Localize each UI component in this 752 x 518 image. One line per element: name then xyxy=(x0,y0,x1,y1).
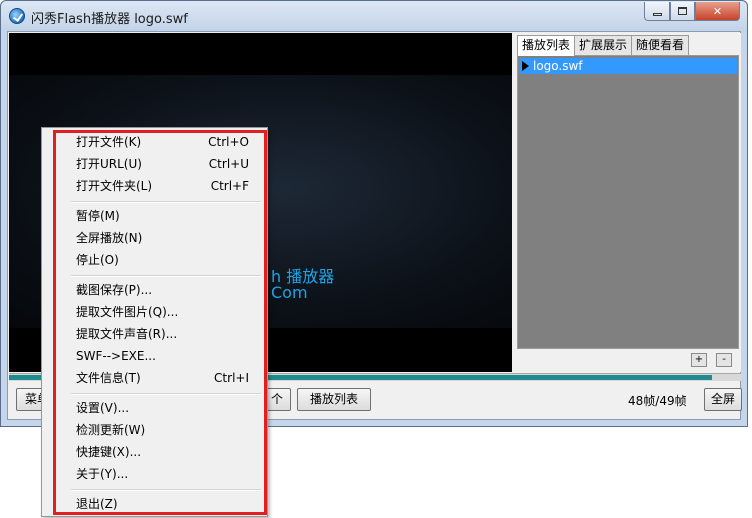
add-button[interactable]: + xyxy=(691,353,707,367)
side-panel: 播放列表 扩展展示 随便看看 logo.swf + - xyxy=(515,33,741,372)
tab-extensions[interactable]: 扩展展示 xyxy=(574,35,633,55)
playlist[interactable]: logo.swf xyxy=(517,55,739,349)
annotation-highlight-box xyxy=(53,130,267,515)
remove-button[interactable]: - xyxy=(716,353,732,367)
tab-browse[interactable]: 随便看看 xyxy=(631,35,690,55)
minimize-button[interactable] xyxy=(644,2,670,21)
frame-counter: 48帧/49帧 xyxy=(628,394,687,408)
panel-tabs: 播放列表 扩展展示 随便看看 xyxy=(517,35,690,56)
maximize-icon xyxy=(678,7,687,15)
minimize-icon xyxy=(652,12,662,16)
app-icon xyxy=(9,8,25,24)
tab-playlist[interactable]: 播放列表 xyxy=(517,35,576,56)
brand-text-line2: Com xyxy=(271,283,308,302)
playlist-item[interactable]: logo.swf xyxy=(519,58,737,74)
close-button[interactable]: ✕ xyxy=(695,2,740,21)
close-icon: ✕ xyxy=(712,4,723,18)
screen: 闪秀Flash播放器 logo.swf ✕ h 播放器 Com 播放列表 扩展展… xyxy=(0,0,752,518)
title-bar[interactable]: 闪秀Flash播放器 logo.swf ✕ xyxy=(1,1,747,31)
maximize-button[interactable] xyxy=(670,2,695,21)
fullscreen-button[interactable]: 全屏 xyxy=(704,388,742,411)
playlist-button[interactable]: 播放列表 xyxy=(297,388,371,411)
window-title: 闪秀Flash播放器 logo.swf xyxy=(31,12,188,27)
